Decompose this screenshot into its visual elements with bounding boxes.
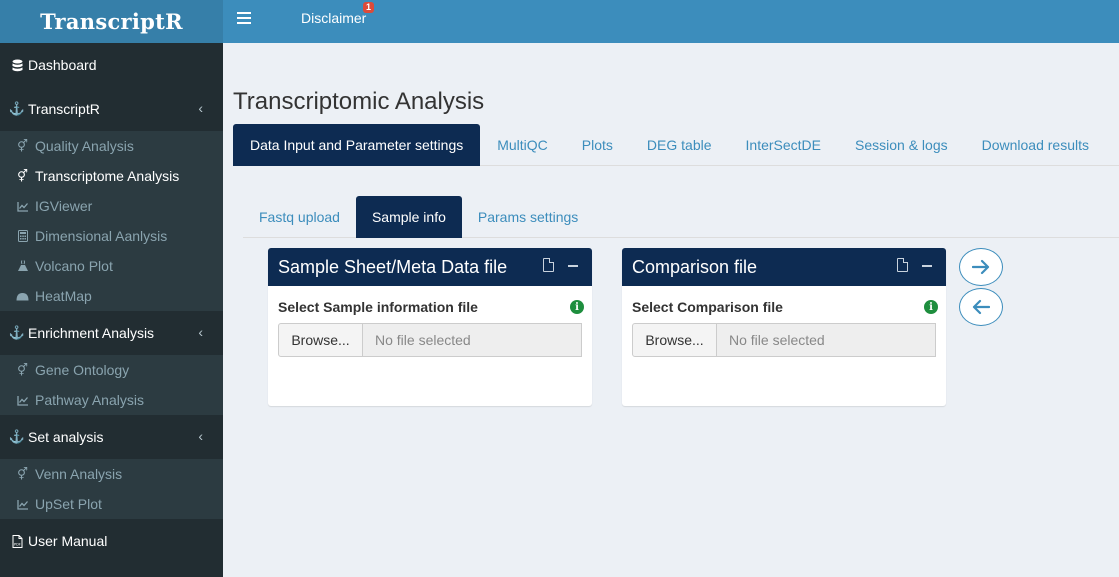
field-label: Select Comparison file [632, 299, 783, 315]
database-icon [10, 59, 24, 72]
sample-file-input[interactable]: Browse... No file selected [278, 323, 582, 357]
box-header: Sample Sheet/Meta Data file [268, 248, 592, 286]
chevron-left-icon: ‹ [198, 428, 203, 444]
tab-deg-table[interactable]: DEG table [630, 124, 729, 166]
sidebar-item-label: IGViewer [35, 198, 93, 214]
svg-text:PDF: PDF [14, 542, 21, 546]
tab-params-settings[interactable]: Params settings [462, 196, 594, 238]
browse-button[interactable]: Browse... [278, 323, 363, 357]
sample-sheet-box: Sample Sheet/Meta Data file Select Sampl… [268, 248, 592, 406]
sidebar-item-dashboard[interactable]: Dashboard [0, 43, 223, 87]
pdf-file-icon[interactable] [543, 258, 554, 272]
sidebar-toggle-icon[interactable] [237, 12, 251, 26]
tab-plots[interactable]: Plots [565, 124, 630, 166]
sidebar-item-label: Enrichment Analysis [28, 325, 155, 341]
top-navbar: Disclaimer 1 [223, 0, 1119, 43]
sidebar-submenu-enrichment: ⚥ Gene Ontology Pathway Analysis [0, 355, 223, 415]
pdf-file-icon[interactable] [897, 258, 908, 272]
sidebar-item-dimensional-analysis[interactable]: Dimensional Aanlysis [0, 221, 223, 251]
venus-mars-icon: ⚥ [17, 467, 28, 481]
line-chart-icon [14, 499, 31, 510]
sidebar-item-enrichment-analysis[interactable]: ⚓ Enrichment Analysis ‹ [0, 311, 223, 355]
box-tools [543, 258, 578, 272]
app-logo[interactable]: TranscriptR [0, 0, 223, 43]
info-icon[interactable]: i [924, 300, 938, 314]
heatmap-icon [14, 292, 31, 301]
sidebar-item-quality-analysis[interactable]: ⚥ Quality Analysis [0, 131, 223, 161]
sidebar-submenu-set-analysis: ⚥ Venn Analysis UpSet Plot [0, 459, 223, 519]
sidebar-item-label: Dashboard [28, 57, 97, 73]
sidebar-item-venn-analysis[interactable]: ⚥ Venn Analysis [0, 459, 223, 489]
file-name-field[interactable]: No file selected [363, 323, 582, 357]
box-title: Comparison file [632, 256, 758, 277]
file-name-field[interactable]: No file selected [717, 323, 936, 357]
tab-multiqc[interactable]: MultiQC [480, 124, 565, 166]
sidebar-item-user-manual[interactable]: PDF User Manual [0, 519, 223, 563]
sidebar-item-label: Transcriptome Analysis [35, 168, 180, 184]
sidebar-item-label: Venn Analysis [35, 466, 123, 482]
pdf-icon: PDF [10, 534, 24, 548]
minimize-icon[interactable] [922, 264, 932, 267]
sidebar-item-label: UpSet Plot [35, 496, 102, 512]
sidebar-item-transcriptome-analysis[interactable]: ⚥ Transcriptome Analysis [0, 161, 223, 191]
sidebar-item-label: Gene Ontology [35, 362, 130, 378]
chevron-left-icon: ‹ [198, 100, 203, 116]
box-header: Comparison file [622, 248, 946, 286]
chevron-left-icon: ‹ [198, 324, 203, 340]
comparison-file-input[interactable]: Browse... No file selected [632, 323, 936, 357]
anchor-icon: ⚓ [8, 101, 26, 116]
box-tools [897, 258, 932, 272]
sidebar-item-upset-plot[interactable]: UpSet Plot [0, 489, 223, 519]
browse-button[interactable]: Browse... [632, 323, 717, 357]
next-button[interactable] [959, 248, 1003, 286]
tab-fastq-upload[interactable]: Fastq upload [243, 196, 356, 238]
notification-badge: 1 [363, 2, 375, 13]
previous-button[interactable] [959, 288, 1003, 326]
sidebar-item-label: HeatMap [35, 288, 92, 304]
sidebar-item-pathway-analysis[interactable]: Pathway Analysis [0, 385, 223, 415]
page-title: Transcriptomic Analysis [233, 88, 485, 115]
venus-mars-icon: ⚥ [17, 139, 28, 153]
anchor-icon: ⚓ [8, 429, 26, 444]
sidebar: Dashboard ⚓ TranscriptR ‹ ⚥ Quality Analy… [0, 43, 223, 577]
box-title: Sample Sheet/Meta Data file [278, 256, 508, 277]
tab-session-logs[interactable]: Session & logs [838, 124, 965, 166]
sidebar-item-transcriptr[interactable]: ⚓ TranscriptR ‹ [0, 87, 223, 131]
sidebar-item-gene-ontology[interactable]: ⚥ Gene Ontology [0, 355, 223, 385]
main-content: Transcriptomic Analysis Data Input and P… [223, 43, 1119, 577]
sidebar-item-label: Dimensional Aanlysis [35, 228, 168, 244]
sidebar-submenu-transcriptr: ⚥ Quality Analysis ⚥ Transcriptome Analysi… [0, 131, 223, 311]
sidebar-item-heatmap[interactable]: HeatMap [0, 281, 223, 311]
sidebar-item-set-analysis[interactable]: ⚓ Set analysis ‹ [0, 415, 223, 459]
volcano-icon [14, 260, 31, 272]
comparison-file-box: Comparison file Select Comparison file i… [622, 248, 946, 406]
calculator-icon [14, 230, 31, 242]
sidebar-item-label: Volcano Plot [35, 258, 113, 274]
info-icon[interactable]: i [570, 300, 584, 314]
sidebar-item-label: TranscriptR [28, 101, 100, 117]
field-label: Select Sample information file [278, 299, 478, 315]
line-chart-icon [14, 395, 31, 406]
sidebar-item-label: Set analysis [28, 429, 104, 445]
arrow-left-icon [972, 299, 990, 315]
sidebar-item-label: Quality Analysis [35, 138, 134, 154]
sub-tabs: Fastq upload Sample info Params settings [243, 196, 1119, 238]
tab-download-results[interactable]: Download results [965, 124, 1106, 166]
anchor-icon: ⚓ [8, 325, 26, 340]
tab-data-input[interactable]: Data Input and Parameter settings [233, 124, 481, 166]
venus-mars-icon: ⚥ [17, 363, 28, 377]
disclaimer-link[interactable]: Disclaimer [301, 10, 366, 26]
sidebar-item-label: Pathway Analysis [35, 392, 144, 408]
sidebar-item-volcano-plot[interactable]: Volcano Plot [0, 251, 223, 281]
tab-intersectde[interactable]: InterSectDE [729, 124, 838, 166]
main-tabs: Data Input and Parameter settings MultiQ… [233, 124, 1119, 166]
minimize-icon[interactable] [568, 264, 578, 267]
venus-mars-icon: ⚥ [17, 169, 28, 183]
arrow-right-icon [972, 259, 990, 275]
line-chart-icon [14, 201, 31, 212]
tab-sample-info[interactable]: Sample info [355, 196, 462, 238]
sidebar-item-label: User Manual [28, 533, 108, 549]
sidebar-item-igviewer[interactable]: IGViewer [0, 191, 223, 221]
